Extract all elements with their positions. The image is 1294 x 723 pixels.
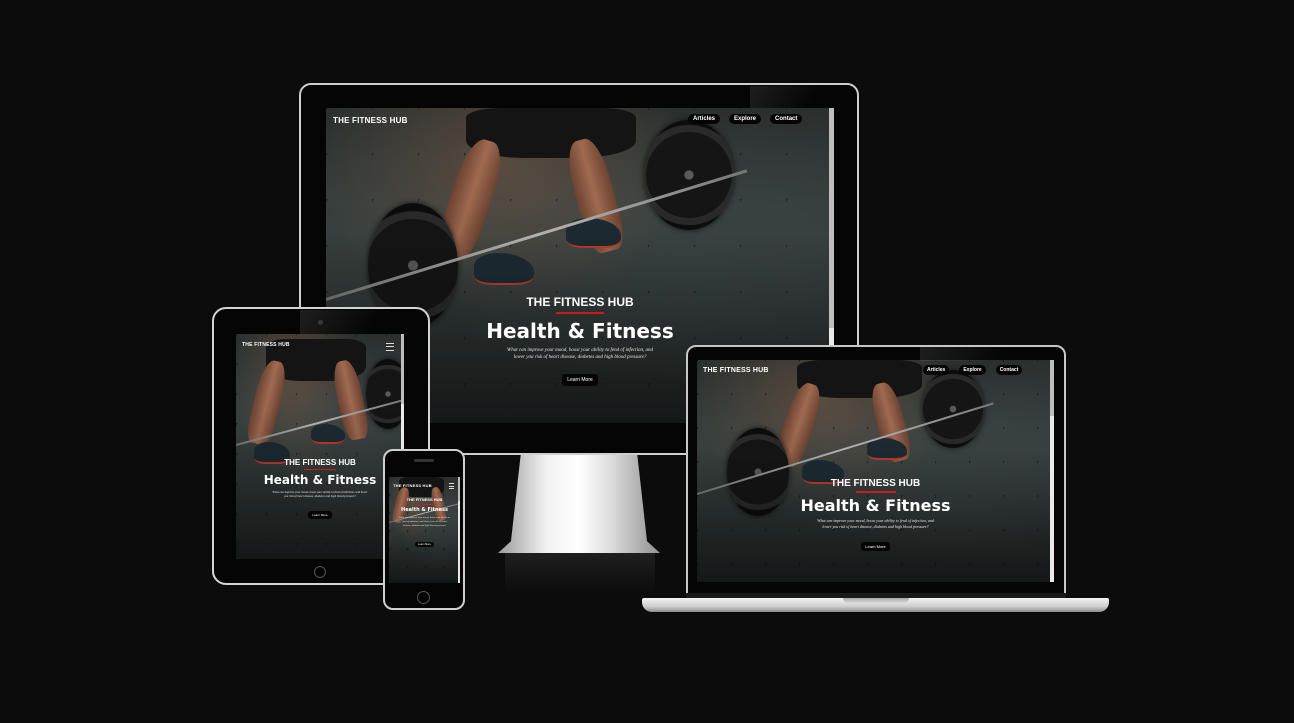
- phone-speaker: [414, 459, 434, 462]
- hero-brand: THE FITNESS HUB: [406, 497, 443, 502]
- laptop-notch: [843, 598, 909, 603]
- hero-text: What can improve your mood, boost your a…: [272, 490, 368, 499]
- desktop-monitor-stand: [498, 455, 660, 553]
- scrollbar-thumb[interactable]: [401, 334, 404, 404]
- hero-divider: [304, 469, 336, 470]
- nav-item-articles[interactable]: Articles: [688, 114, 721, 124]
- hero-section: THE FITNESS HUB Health & Fitness What ca…: [697, 478, 1054, 552]
- site-brand[interactable]: THE FITNESS HUB: [703, 367, 769, 374]
- site-brand[interactable]: THE FITNESS HUB: [333, 116, 408, 125]
- screen-shade: [236, 334, 404, 559]
- nav-item-contact[interactable]: Contact: [995, 365, 1023, 375]
- hero-divider: [855, 491, 896, 493]
- hero-title: Health & Fitness: [800, 496, 951, 515]
- learn-more-button[interactable]: Learn More: [861, 542, 890, 552]
- hamburger-icon[interactable]: [449, 483, 454, 489]
- hero-title: Health & Fitness: [401, 507, 448, 513]
- tablet-camera: [318, 320, 323, 325]
- hero-text: What can improve your mood, boost your a…: [398, 516, 451, 527]
- scrollbar-thumb[interactable]: [1050, 360, 1054, 416]
- nav-item-explore[interactable]: Explore: [729, 114, 762, 124]
- hero-brand: THE FITNESS HUB: [284, 458, 356, 467]
- nav-item-articles[interactable]: Articles: [923, 365, 950, 375]
- learn-more-button[interactable]: Learn More: [308, 511, 332, 520]
- nav-item-explore[interactable]: Explore: [959, 365, 986, 375]
- hero-title: Health & Fitness: [263, 473, 377, 487]
- nav-item-contact[interactable]: Contact: [770, 114, 803, 124]
- hero-section: THE FITNESS HUB Health & Fitness What ca…: [389, 497, 460, 549]
- main-nav: Articles Explore Contact: [923, 365, 1023, 375]
- hero-brand: THE FITNESS HUB: [830, 478, 921, 489]
- tablet-screen: THE FITNESS HUB THE FITNESS HUB Health &…: [236, 334, 404, 559]
- phone-home-button[interactable]: [417, 591, 430, 604]
- learn-more-button[interactable]: Learn More: [415, 542, 434, 548]
- main-nav: Articles Explore Contact: [688, 114, 803, 124]
- site-brand[interactable]: THE FITNESS HUB: [242, 342, 290, 348]
- desktop-stand-reflection: [505, 553, 655, 593]
- hero-divider: [556, 312, 604, 314]
- phone-screen: THE FITNESS HUB THE FITNESS HUB Health &…: [389, 477, 460, 583]
- tablet-home-button[interactable]: [314, 566, 326, 578]
- hero-text: What can improve your mood, boost your a…: [507, 348, 653, 360]
- hero-divider: [415, 504, 434, 505]
- hero-text: What can improve your mood, boost your a…: [817, 518, 934, 529]
- laptop-screen: THE FITNESS HUB Articles Explore Contact…: [697, 360, 1054, 582]
- hamburger-icon[interactable]: [386, 343, 394, 351]
- hero-section: THE FITNESS HUB Health & Fitness What ca…: [236, 458, 404, 520]
- learn-more-button[interactable]: Learn More: [562, 374, 598, 386]
- site-brand[interactable]: THE FITNESS HUB: [393, 483, 432, 488]
